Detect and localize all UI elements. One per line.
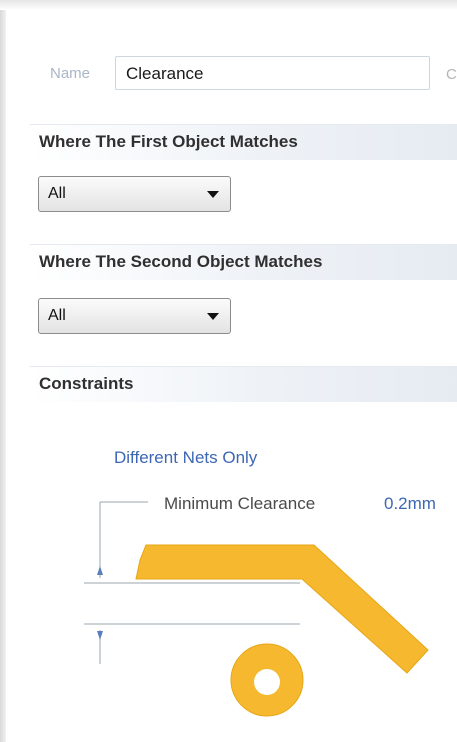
pad-hole [254,669,280,695]
min-clearance-label: Minimum Clearance [164,494,316,513]
clearance-illustration [84,501,429,717]
dimension-arrow-down-icon [97,631,103,640]
rule-editor-panel: Name Clearance C Where The First Object … [0,0,457,742]
min-clearance-value[interactable]: 0.2mm [384,494,436,514]
dimension-arrow-up-icon [97,566,103,575]
